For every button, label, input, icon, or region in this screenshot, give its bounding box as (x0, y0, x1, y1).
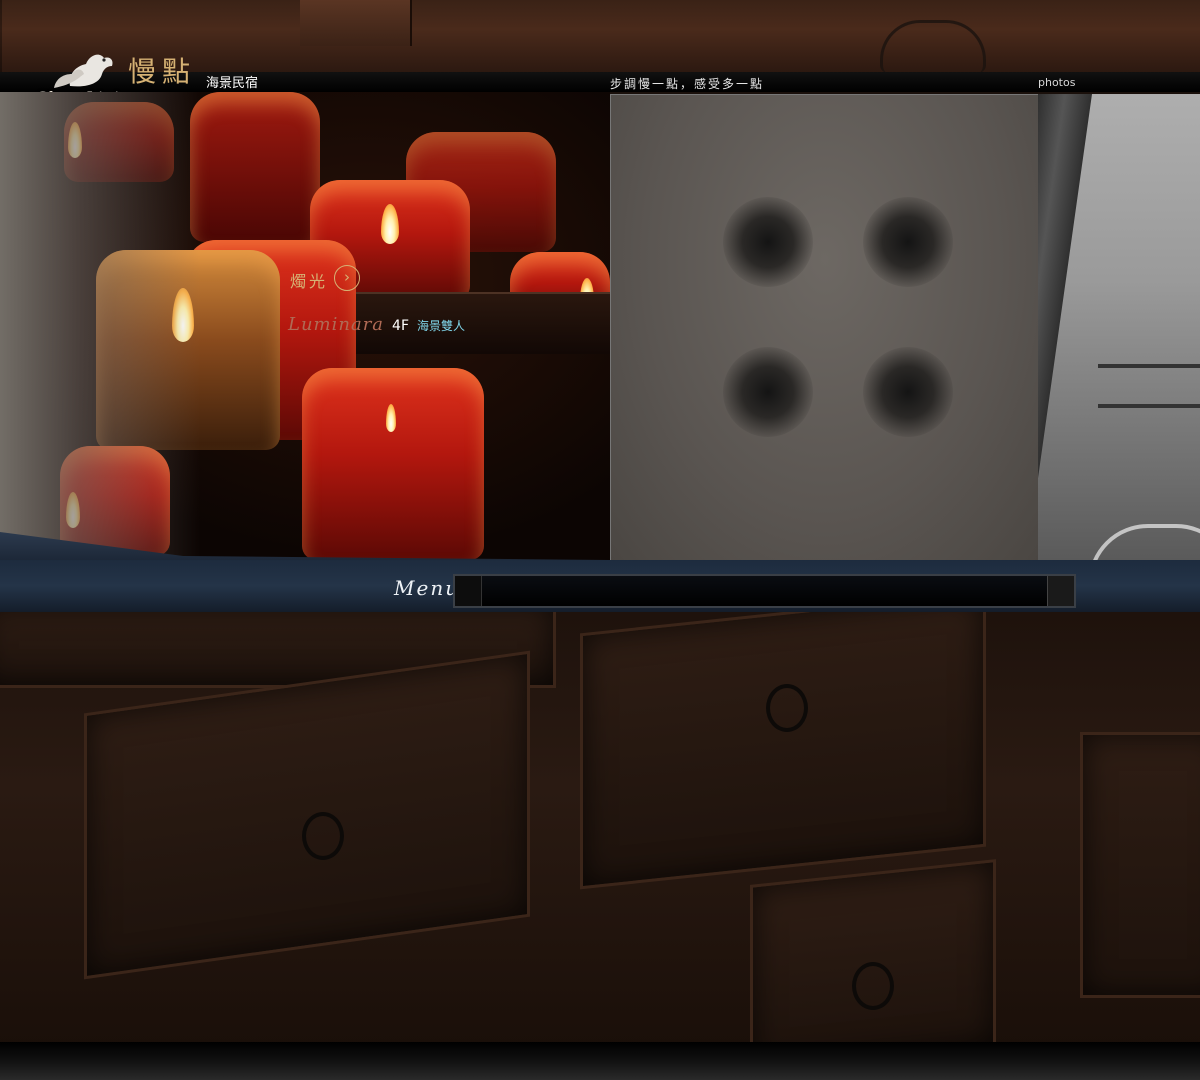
room-type: 海景雙人 (417, 319, 466, 333)
photos-link[interactable]: photos (1038, 76, 1075, 89)
window-frame (1038, 94, 1092, 561)
scroll-left-handle[interactable] (455, 576, 482, 606)
loading-dot (723, 347, 813, 437)
room-caption: 燭光 (290, 272, 329, 291)
loading-dot (863, 347, 953, 437)
ring-pull-handle (852, 962, 894, 1010)
chair (1088, 524, 1200, 561)
candle (190, 92, 320, 242)
page: 慢點 Slow Living 海景民宿 步調慢一點，感受多一點 photos 燭… (0, 0, 1200, 1080)
side-photo-thumbnail[interactable] (1038, 94, 1200, 561)
railing (1098, 364, 1200, 368)
drawer (580, 612, 986, 890)
room-name: Luminara (288, 314, 385, 335)
drawer (1080, 732, 1200, 998)
room-info[interactable]: Luminara 4F 海景雙人 (288, 314, 465, 335)
hero-fade-overlay (0, 92, 200, 560)
railing (1098, 404, 1200, 408)
logo-chinese: 慢點 (128, 55, 197, 88)
candle (302, 368, 484, 560)
loading-dot (723, 197, 813, 287)
drawer-handle-decor (880, 20, 986, 73)
menu-label[interactable]: Menu (394, 576, 460, 600)
ring-pull-handle (766, 684, 808, 732)
birds-icon (54, 54, 113, 88)
ring-pull-handle (302, 812, 344, 860)
next-arrow-icon[interactable]: › (334, 265, 360, 291)
slogan: 步調慢一點，感受多一點 (610, 77, 765, 91)
room-floor: 4F (392, 318, 409, 334)
wooden-cabinet-background (0, 612, 1200, 1048)
menu-scroll-track[interactable] (453, 574, 1076, 608)
wood-beam (300, 0, 412, 46)
bottom-strip (0, 1042, 1200, 1080)
logo-subtitle: 海景民宿 (206, 76, 259, 91)
loading-dot (863, 197, 953, 287)
scroll-right-handle[interactable] (1047, 576, 1074, 606)
drawer (84, 650, 530, 980)
photo-viewer[interactable] (610, 94, 1040, 565)
drawer (750, 859, 996, 1048)
